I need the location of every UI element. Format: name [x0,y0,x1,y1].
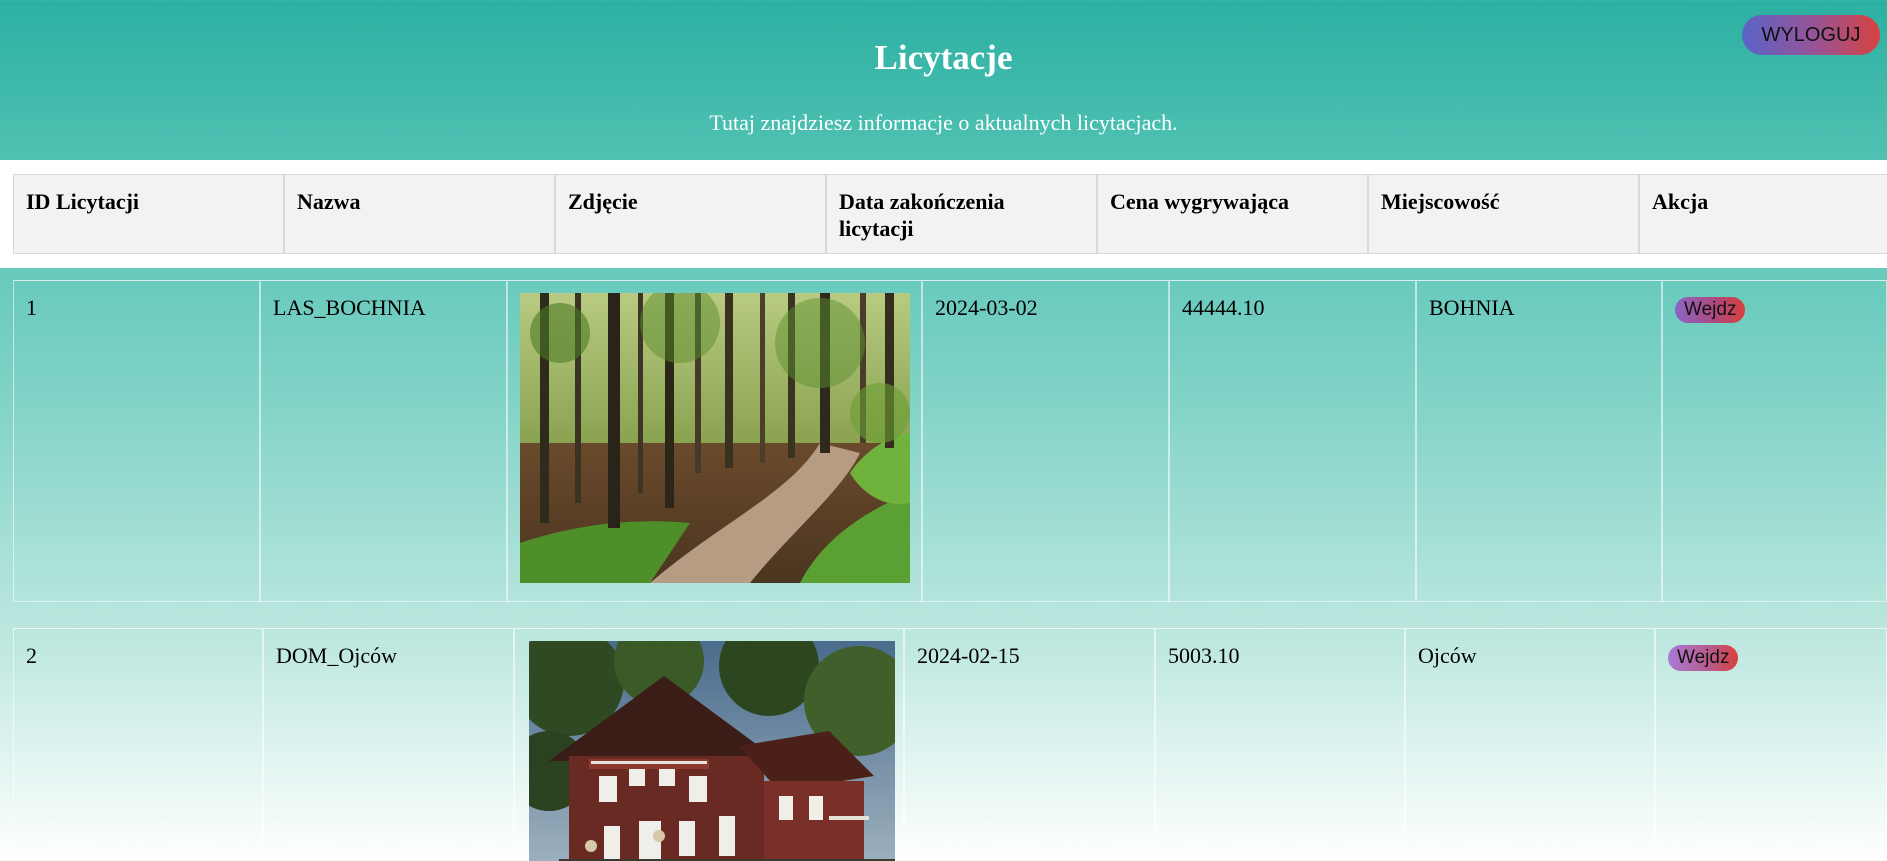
cell-id: 2 [13,628,263,861]
page-header: Licytacje Tutaj znajdziesz informacje o … [0,0,1887,160]
forest-path-photo [520,293,910,583]
logout-button[interactable]: WYLOGUJ [1742,15,1880,55]
cell-action: Wejdz [1655,628,1887,861]
cell-town: Ojców [1405,628,1655,861]
column-header-id: ID Licytacji [13,174,284,254]
column-header-photo: Zdjęcie [555,174,826,254]
page-title: Licytacje [874,38,1013,77]
column-header-end-date: Data zakończenia licytacji [826,174,1097,254]
cell-photo [507,280,922,602]
enter-auction-button[interactable]: Wejdz [1668,645,1739,671]
cell-end-date: 2024-02-15 [904,628,1155,861]
cell-town: BOHNIA [1416,280,1662,602]
auctions-table-header: ID Licytacji Nazwa Zdjęcie Data zakończe… [13,174,1887,254]
table-row: 1 LAS_BOCHNIA 2024-03-02 44444.10 BOHNIA… [13,280,1887,602]
wooden-house-photo [529,641,895,861]
cell-id: 1 [13,280,260,602]
table-row: 2 DOM_Ojców 2024-02-15 5003.10 Ojców Wej… [13,628,1887,861]
cell-action: Wejdz [1662,280,1887,602]
page-subtitle: Tutaj znajdziesz informacje o aktualnych… [709,110,1178,135]
cell-photo [514,628,904,861]
column-header-name: Nazwa [284,174,555,254]
enter-auction-button[interactable]: Wejdz [1675,297,1746,323]
cell-name: LAS_BOCHNIA [260,280,507,602]
column-header-action: Akcja [1639,174,1887,254]
column-header-town: Miejscowość [1368,174,1639,254]
cell-end-date: 2024-03-02 [922,280,1169,602]
cell-name: DOM_Ojców [263,628,514,861]
cell-price: 5003.10 [1155,628,1405,861]
cell-price: 44444.10 [1169,280,1416,602]
column-header-price: Cena wygrywająca [1097,174,1368,254]
